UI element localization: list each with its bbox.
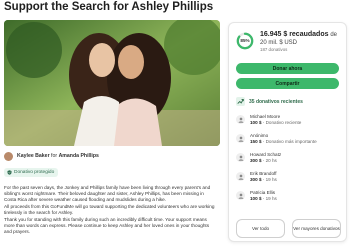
raised-amount: 16.945 $ recaudados: [260, 31, 329, 38]
donor-amount: 150 $: [250, 138, 262, 144]
donor-amount: 300 $: [250, 176, 262, 182]
organizer-connector: for: [51, 153, 58, 159]
donor-icon: [236, 191, 245, 200]
donor-amount: 100 $: [250, 195, 262, 201]
donation-item: Howard Schatz 300 $ · 20 hs: [236, 152, 339, 168]
beneficiary-name[interactable]: Amanda Phillips: [59, 153, 99, 159]
organizer-avatar: [4, 151, 13, 161]
donor-icon: [236, 172, 245, 181]
shield-check-icon: [7, 170, 12, 175]
donor-icon: [236, 153, 245, 162]
donor-note: 19 hs: [265, 195, 277, 201]
story-paragraph: For the past seven days, the Jonkey and …: [4, 185, 211, 202]
donation-item: Erik Brandoff 300 $ · 19 hs: [236, 171, 339, 187]
donation-item: Patricia Ellis 100 $ · 19 hs: [236, 190, 339, 206]
protected-donation-badge: Donativo protegido: [4, 168, 59, 177]
organizer-line: Kaylee Baker for Amanda Phillips: [4, 150, 220, 162]
donor-note: Donativo más importante: [265, 138, 317, 144]
donor-note: 19 hs: [265, 176, 277, 182]
organizer-name[interactable]: Kaylee Baker: [17, 153, 50, 159]
story-paragraph: All proceeds from this GoFundMe will go …: [4, 204, 215, 215]
donate-button[interactable]: Donar ahora: [236, 63, 339, 74]
donor-note: Donativo reciente: [265, 119, 302, 125]
donation-item: Anónimo 150 $ · Donativo más importante: [236, 133, 339, 149]
campaign-story: For the past seven days, the Jonkey and …: [4, 185, 216, 236]
donation-item: Michael Moore 100 $ · Donativo reciente: [236, 114, 339, 130]
badge-label: Donativo protegido: [14, 170, 55, 175]
donation-count: 187 donativos: [260, 47, 288, 52]
see-all-button[interactable]: Ver todo: [236, 219, 285, 238]
donor-note: 20 hs: [265, 157, 277, 163]
see-top-donations-button[interactable]: Ver mayores donativos: [292, 219, 341, 238]
campaign-photo: [4, 20, 220, 146]
raised-summary: 16.945 $ recaudados de 20 mil. $ USD: [260, 31, 344, 47]
recent-donations-link[interactable]: 35 donativos recientes: [236, 97, 303, 106]
donor-amount: 100 $: [250, 119, 262, 125]
page-title: Support the Search for Ashley Phillips: [4, 1, 214, 13]
trend-up-icon: [236, 97, 245, 106]
donor-icon: [236, 115, 245, 124]
recent-donations-label: 35 donativos recientes: [249, 98, 303, 105]
share-button[interactable]: Compartir: [236, 78, 339, 89]
donation-panel: 85% 16.945 $ recaudados de 20 mil. $ USD…: [228, 22, 347, 242]
donor-icon: [236, 134, 245, 143]
story-paragraph: Thank you for standing with this family …: [4, 217, 210, 234]
donor-amount: 300 $: [250, 157, 262, 163]
progress-percent: 85%: [240, 38, 250, 43]
